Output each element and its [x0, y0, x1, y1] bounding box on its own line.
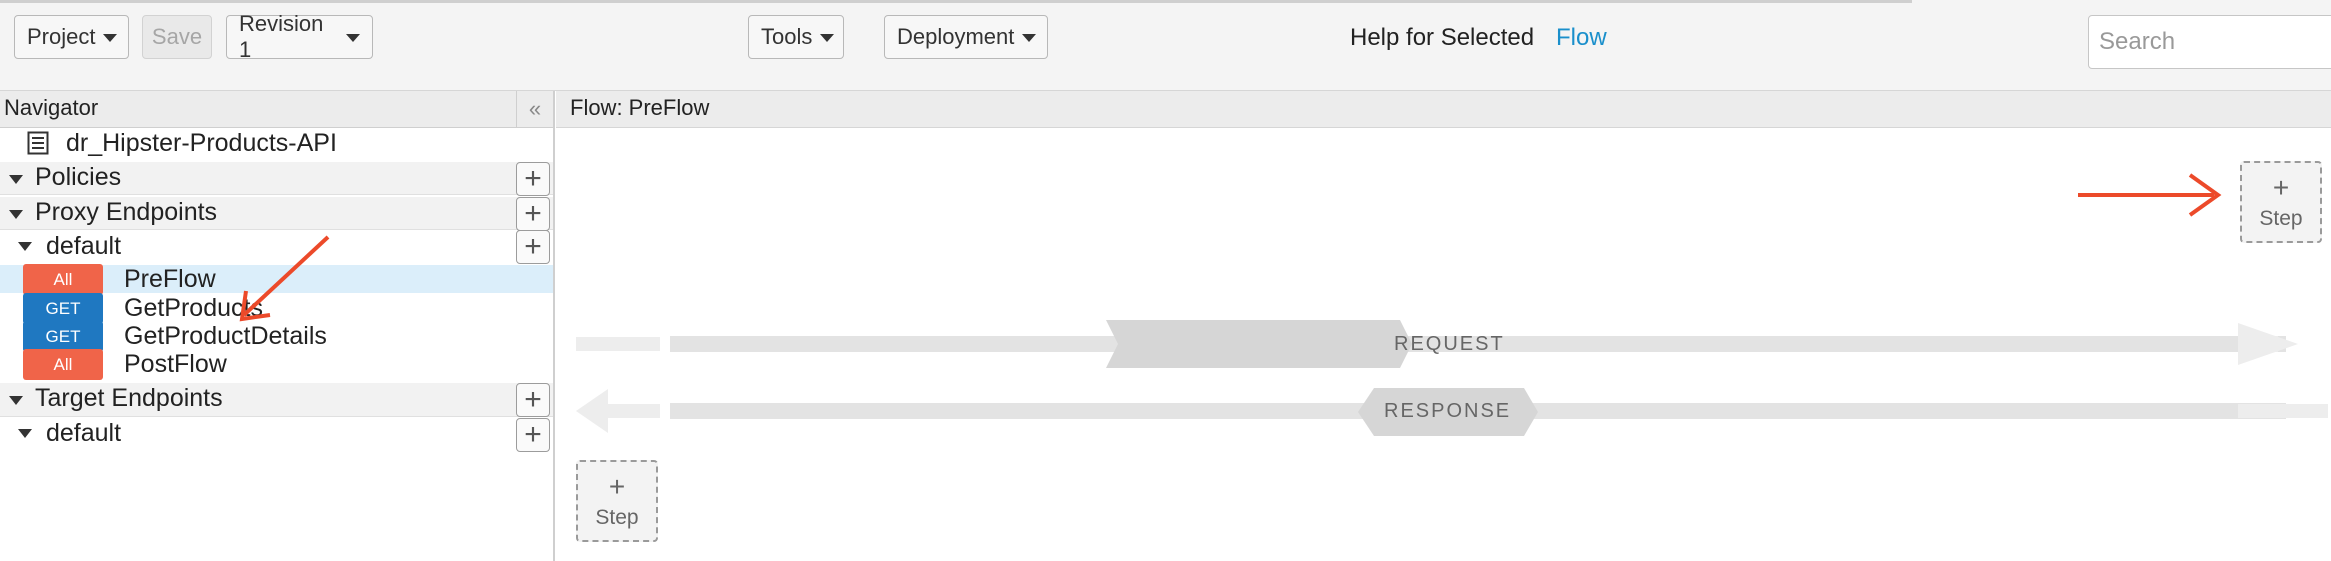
plus-icon: + — [524, 418, 542, 451]
navigator-panel: Navigator « dr_Hipster-Products-API Poli… — [0, 91, 555, 561]
request-label-shape — [1106, 320, 1412, 368]
add-response-step-button[interactable]: + Step — [576, 460, 658, 542]
policies-label: Policies — [35, 163, 122, 191]
method-badge: All — [23, 264, 103, 295]
triangle-down-icon — [18, 429, 32, 438]
add-proxy-endpoint-button[interactable]: + — [516, 197, 550, 231]
api-proxy-row[interactable]: dr_Hipster-Products-API — [0, 128, 553, 160]
proxy-default-label: default — [46, 232, 122, 260]
triangle-down-icon — [18, 242, 32, 251]
tools-menu-label: Tools — [761, 24, 813, 49]
navigator-header: Navigator « — [0, 91, 553, 128]
navigator-title: Navigator — [4, 95, 99, 120]
target-default-row[interactable]: default + — [0, 418, 553, 452]
save-button-label: Save — [151, 24, 203, 49]
save-button[interactable]: Save — [142, 15, 212, 59]
request-lane-start — [576, 337, 660, 351]
caret-down-icon — [820, 34, 835, 42]
add-target-flow-button[interactable]: + — [516, 418, 550, 452]
project-menu-button[interactable]: Project — [14, 15, 129, 59]
api-proxy-name: dr_Hipster-Products-API — [66, 129, 337, 157]
add-flow-button[interactable]: + — [516, 230, 550, 264]
double-chevron-left-icon[interactable]: « — [516, 91, 553, 127]
step-label: Step — [2259, 207, 2303, 230]
plus-icon: + — [2272, 172, 2290, 203]
help-flow-link[interactable]: Flow — [1556, 24, 1607, 52]
flow-name: PreFlow — [124, 265, 216, 293]
target-endpoints-label: Target Endpoints — [35, 384, 223, 412]
add-request-step-button[interactable]: + Step — [2240, 161, 2322, 243]
plus-icon: + — [524, 162, 542, 195]
response-label: RESPONSE — [1384, 400, 1512, 422]
caret-down-icon — [103, 34, 118, 42]
caret-down-icon — [1022, 34, 1037, 42]
plus-icon: + — [524, 197, 542, 230]
method-badge: GET — [23, 321, 103, 352]
method-badge: All — [23, 349, 103, 380]
request-label: REQUEST — [1394, 333, 1505, 355]
flow-name: PostFlow — [124, 350, 227, 378]
add-target-endpoint-button[interactable]: + — [516, 383, 550, 417]
step-label: Step — [595, 506, 639, 529]
arrow-left-icon — [576, 389, 608, 433]
tools-menu-button[interactable]: Tools — [748, 15, 844, 59]
triangle-down-icon — [9, 210, 23, 219]
method-badge: GET — [23, 293, 103, 324]
plus-icon: + — [524, 383, 542, 416]
arrow-right-icon — [2238, 323, 2298, 365]
flow-row-postflow[interactable]: All PostFlow — [0, 349, 553, 380]
caret-down-icon — [346, 34, 360, 42]
response-lane-end — [2238, 404, 2328, 418]
annotation-arrow — [239, 235, 330, 322]
triangle-down-icon — [9, 396, 23, 405]
top-divider — [0, 0, 1912, 3]
plus-icon: + — [524, 230, 542, 263]
deployment-menu-label: Deployment — [897, 24, 1015, 49]
plus-icon: + — [608, 471, 626, 502]
flow-canvas: Flow: PreFlow REQUEST RESPONSE + Step + … — [556, 91, 2331, 561]
target-default-label: default — [46, 419, 122, 447]
deployment-menu-button[interactable]: Deployment — [884, 15, 1048, 59]
proxy-endpoints-label: Proxy Endpoints — [35, 198, 218, 226]
policies-section[interactable]: Policies + — [0, 162, 553, 196]
target-endpoints-section[interactable]: Target Endpoints + — [0, 383, 553, 417]
search-input[interactable] — [2088, 15, 2331, 69]
proxy-endpoints-section[interactable]: Proxy Endpoints + — [0, 197, 553, 231]
revision-menu-label: Revision 1 — [239, 11, 324, 62]
document-list-icon — [27, 131, 49, 155]
triangle-down-icon — [9, 175, 23, 184]
top-toolbar: Project Save Revision 1 Tools Deployment… — [0, 0, 2331, 91]
project-menu-label: Project — [27, 24, 96, 49]
help-text: Help for Selected — [1350, 24, 1535, 51]
flow-diagram — [576, 173, 2328, 436]
response-lane-start — [608, 404, 660, 418]
add-policy-button[interactable]: + — [516, 162, 550, 196]
revision-menu-button[interactable]: Revision 1 — [226, 11, 373, 62]
